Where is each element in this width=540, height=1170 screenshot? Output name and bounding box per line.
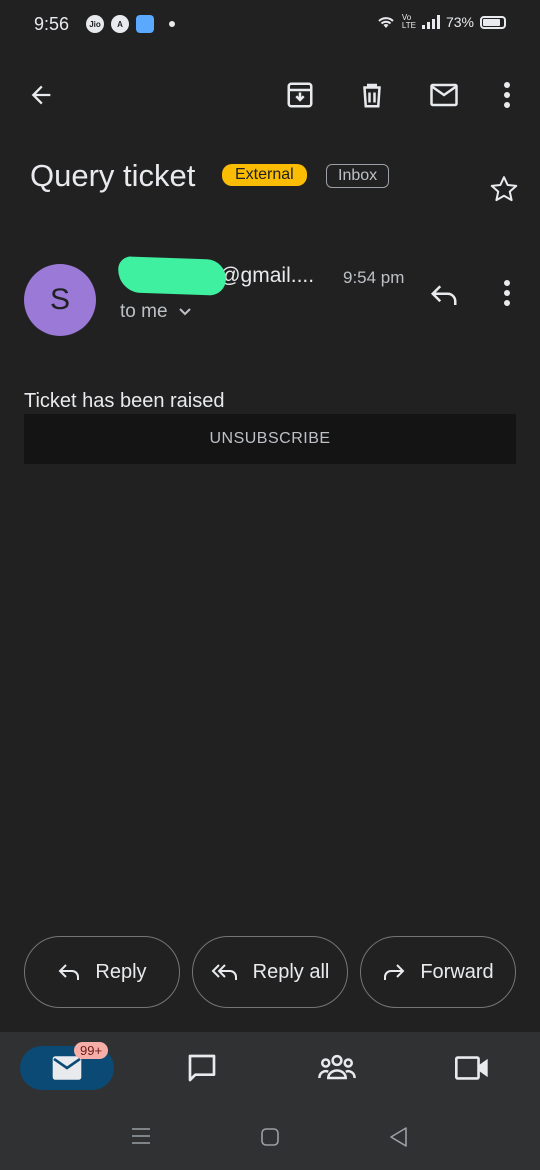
external-label: External [222, 164, 307, 186]
app-square-icon [136, 15, 154, 33]
signal-icon [421, 15, 440, 29]
reply-all-label: Reply all [252, 960, 330, 983]
mark-unread-icon[interactable] [427, 78, 461, 112]
unsubscribe-button[interactable]: UNSUBSCRIBE [24, 414, 516, 464]
forward-label: Forward [420, 960, 494, 983]
status-left-icons: Jio A [86, 15, 175, 33]
back-arrow-icon[interactable] [24, 78, 58, 112]
notification-dot-icon [169, 21, 175, 27]
volte-icon: Vo LTE [401, 13, 416, 30]
forward-button[interactable]: Forward [360, 936, 516, 1008]
star-icon[interactable] [487, 172, 521, 206]
nav-chat[interactable] [182, 1048, 222, 1088]
mail-icon [52, 1056, 82, 1080]
email-body: Ticket has been raised [24, 390, 225, 412]
battery-icon [480, 15, 506, 29]
chat-icon [188, 1054, 216, 1082]
reply-button[interactable]: Reply [24, 936, 180, 1008]
wifi-icon [378, 17, 394, 28]
recents-icon[interactable] [130, 1126, 152, 1151]
chevron-down-icon [178, 308, 191, 316]
status-time: 9:56 [34, 14, 70, 34]
reply-icon[interactable] [427, 278, 461, 312]
email-time: 9:54 pm [343, 268, 405, 287]
nav-meet[interactable] [452, 1048, 492, 1088]
archive-icon[interactable] [283, 78, 317, 112]
reply-all-icon [211, 964, 237, 980]
avatar[interactable]: S [24, 264, 96, 336]
mail-badge: 99+ [74, 1042, 109, 1059]
battery-percent: 73% [445, 14, 474, 30]
inbox-label[interactable]: Inbox [326, 164, 390, 188]
spaces-icon [318, 1054, 356, 1080]
delete-icon[interactable] [355, 78, 389, 112]
recipient-toggle[interactable]: to me [120, 301, 192, 323]
reply-icon [59, 964, 80, 980]
recipient-text: to me [120, 301, 168, 322]
jio-icon: Jio [86, 15, 104, 33]
email-subject: Query ticket [30, 158, 196, 193]
reply-all-button[interactable]: Reply all [192, 936, 348, 1008]
home-icon[interactable] [260, 1127, 280, 1152]
more-vert-icon[interactable] [490, 78, 524, 112]
message-more-icon[interactable] [490, 276, 524, 310]
reply-label: Reply [95, 960, 147, 983]
app-a-icon: A [111, 15, 129, 33]
status-right-icons: Vo LTE 73% [376, 14, 506, 30]
forward-icon [384, 964, 405, 980]
back-nav-icon[interactable] [388, 1126, 408, 1153]
redaction-mark [117, 256, 227, 296]
nav-spaces[interactable] [317, 1048, 357, 1088]
meet-icon [455, 1056, 488, 1080]
